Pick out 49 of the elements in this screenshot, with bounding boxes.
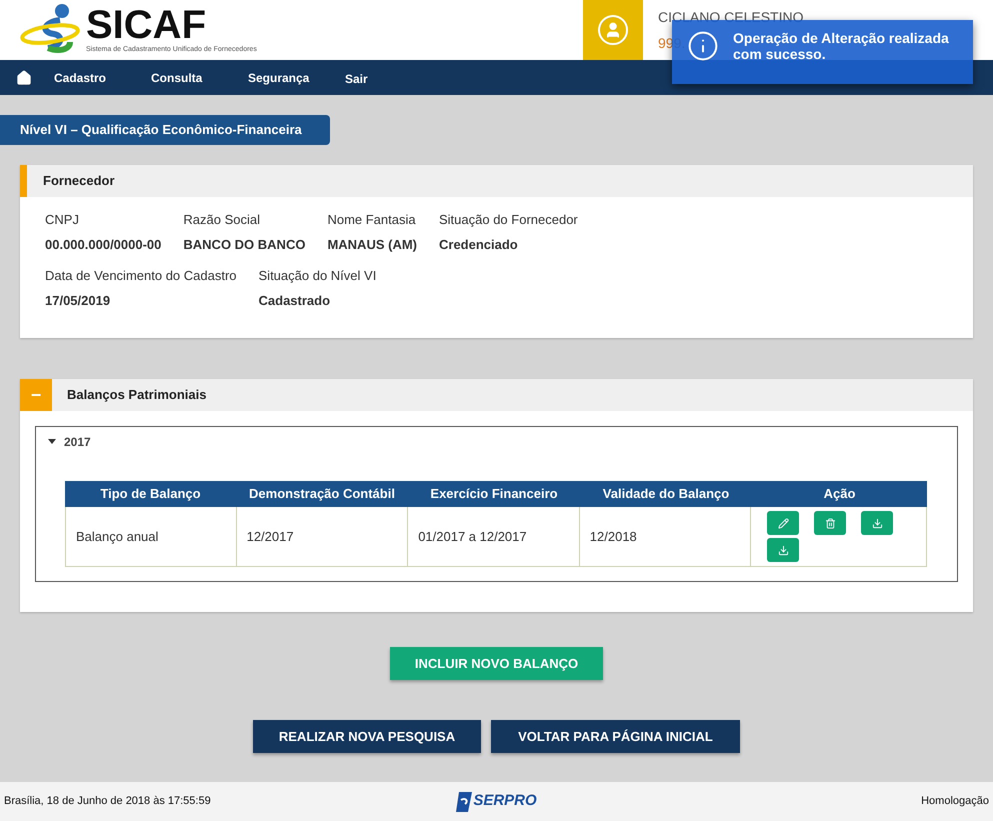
caret-icon[interactable] <box>48 439 56 445</box>
table-cell: 12/2017 <box>236 507 408 566</box>
info-icon <box>687 30 719 62</box>
nav-menu-item[interactable]: Sair <box>345 67 368 88</box>
field-label: Data de Vencimento do Cadastro <box>45 267 237 285</box>
serpro-logo-icon <box>456 792 472 812</box>
field-label: Nome Fantasia <box>327 211 417 229</box>
download-icon <box>872 518 883 528</box>
field-label: Situação do Fornecedor <box>439 211 578 229</box>
field-value: BANCO DO BANCO <box>183 236 306 254</box>
pencil-icon <box>778 518 789 528</box>
footer-datetime: Brasília, 18 de Junho de 2018 às 17:55:59 <box>4 794 212 810</box>
page-title: Nível VI – Qualificação Econômico-Financeira <box>0 115 330 145</box>
home-icon[interactable] <box>16 70 32 86</box>
delete-button[interactable] <box>814 511 846 535</box>
field-label: Razão Social <box>183 211 261 229</box>
field-value: MANAUS (AM) <box>327 236 417 254</box>
column-header: Ação <box>822 485 856 504</box>
column-header: Validade do Balanço <box>602 485 730 504</box>
trash-icon <box>824 518 836 528</box>
home-page-button[interactable]: VOLTAR PARA PÁGINA INICIAL <box>491 720 740 753</box>
column-header: Demonstração Contábil <box>248 485 396 504</box>
section-title: Balanços Patrimoniais <box>67 386 206 404</box>
field-value: Credenciado <box>439 236 519 254</box>
nav-menu-item[interactable]: Cadastro <box>54 68 151 86</box>
user-icon <box>604 21 622 39</box>
new-search-button[interactable]: REALIZAR NOVA PESQUISA <box>253 720 481 753</box>
table-cell: Balanço anual <box>66 507 237 566</box>
section-title: Fornecedor <box>43 172 115 190</box>
serpro-logo-text: SERPRO <box>473 791 537 812</box>
field-value: 00.000.000/0000-00 <box>45 236 162 254</box>
table-cell: 01/2017 a 12/2017 <box>408 507 580 566</box>
nav-menu-item[interactable]: Segurança <box>248 68 345 86</box>
year-label: 2017 <box>64 434 91 451</box>
field-value: 17/05/2019 <box>45 292 112 310</box>
column-header: Tipo de Balanço <box>99 485 202 504</box>
edit-button[interactable] <box>767 511 800 535</box>
download-button[interactable] <box>767 538 800 562</box>
table-cell: 12/2018 <box>580 507 752 566</box>
field-value: Cadastrado <box>258 292 332 310</box>
field-label: CNPJ <box>45 211 80 229</box>
nav-menu-item[interactable]: Consulta <box>151 68 248 86</box>
environment-label: Homologação <box>920 794 989 810</box>
toast-message: Operação de Alteração realizada com sucesso. <box>733 30 950 62</box>
column-header: Exercício Financeiro <box>429 485 559 504</box>
field-label: Situação do Nível VI <box>258 267 376 285</box>
logo-title: SICAF <box>86 4 206 45</box>
download-icon <box>778 544 789 556</box>
download-button[interactable] <box>861 511 894 535</box>
